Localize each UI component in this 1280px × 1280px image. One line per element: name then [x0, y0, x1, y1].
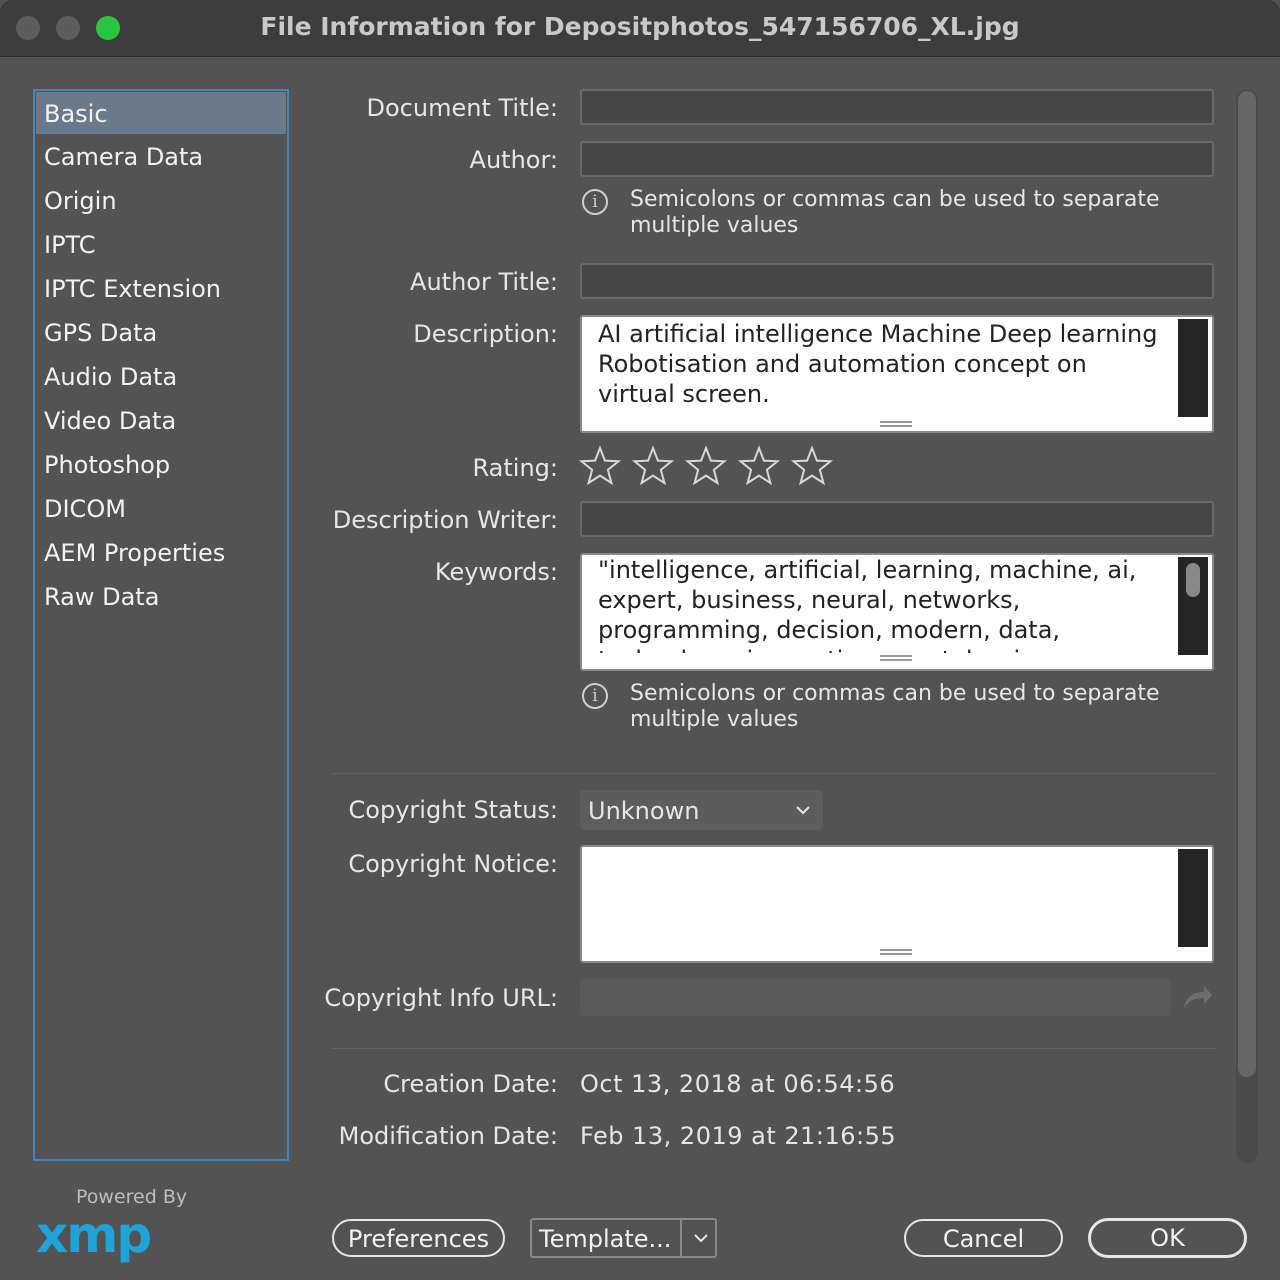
star-5-icon[interactable] [790, 444, 834, 488]
sidebar-item-iptc[interactable]: IPTC [35, 223, 287, 267]
title-bar: File Information for Depositphotos_54715… [0, 0, 1280, 57]
sidebar-item-raw-data[interactable]: Raw Data [35, 575, 287, 619]
window-title: File Information for Depositphotos_54715… [260, 12, 1020, 41]
preferences-button[interactable]: Preferences [332, 1219, 505, 1257]
sidebar-item-gps-data[interactable]: GPS Data [35, 311, 287, 355]
creation-date-label: Creation Date: [383, 1070, 558, 1098]
description-writer-field[interactable] [580, 501, 1214, 537]
section-divider [332, 773, 1216, 774]
form-scroll-thumb[interactable] [1238, 91, 1256, 1077]
star-2-icon[interactable] [631, 444, 675, 488]
resize-grip-icon[interactable] [880, 655, 912, 661]
info-icon: i [582, 683, 608, 709]
template-separator [680, 1220, 682, 1256]
star-1-icon[interactable] [578, 444, 622, 488]
template-button[interactable]: Template... [530, 1218, 717, 1258]
resize-grip-icon[interactable] [880, 949, 912, 955]
keywords-label: Keywords: [434, 558, 558, 586]
author-hint-text: Semicolons or commas can be used to sepa… [630, 187, 1160, 238]
open-url-icon[interactable] [1180, 982, 1214, 1012]
info-icon: i [582, 189, 608, 215]
keywords-text: "intelligence, artificial, learning, mac… [598, 556, 1137, 653]
author-title-label: Author Title: [410, 268, 558, 296]
copyright-notice-label: Copyright Notice: [348, 850, 558, 878]
category-sidebar: Basic Camera Data Origin IPTC IPTC Exten… [33, 89, 289, 1161]
description-textarea[interactable]: AI artificial intelligence Machine Deep … [580, 315, 1214, 433]
sidebar-item-camera-data[interactable]: Camera Data [35, 135, 287, 179]
resize-grip-icon[interactable] [880, 421, 912, 427]
sidebar-item-origin[interactable]: Origin [35, 179, 287, 223]
author-hint: i Semicolons or commas can be used to se… [580, 187, 1200, 243]
copyright-status-label: Copyright Status: [348, 796, 558, 824]
description-label: Description: [413, 320, 558, 348]
author-field[interactable] [580, 141, 1214, 177]
description-writer-label: Description Writer: [332, 506, 558, 534]
author-title-field[interactable] [580, 263, 1214, 299]
star-4-icon[interactable] [737, 444, 781, 488]
sidebar-item-iptc-extension[interactable]: IPTC Extension [35, 267, 287, 311]
keywords-scrollbar[interactable] [1178, 557, 1208, 655]
section-divider [332, 1048, 1216, 1049]
sidebar-item-video-data[interactable]: Video Data [35, 399, 287, 443]
copyright-url-label: Copyright Info URL: [324, 984, 558, 1012]
sidebar-item-basic[interactable]: Basic [36, 92, 286, 134]
rating-label: Rating: [472, 454, 558, 482]
copyright-url-field[interactable] [580, 978, 1171, 1016]
file-info-dialog: File Information for Depositphotos_54715… [0, 0, 1280, 1280]
keywords-hint: i Semicolons or commas can be used to se… [580, 681, 1200, 737]
cancel-button[interactable]: Cancel [904, 1219, 1063, 1257]
modification-date-value: Feb 13, 2019 at 21:16:55 [580, 1122, 897, 1150]
keywords-textarea[interactable]: "intelligence, artificial, learning, mac… [580, 553, 1214, 671]
chevron-down-icon[interactable] [692, 1229, 710, 1247]
creation-date-value: Oct 13, 2018 at 06:54:56 [580, 1070, 896, 1098]
star-3-icon[interactable] [684, 444, 728, 488]
copyright-notice-scrollbar[interactable] [1178, 849, 1208, 947]
author-label: Author: [469, 146, 558, 174]
copyright-notice-textarea[interactable] [580, 845, 1214, 963]
sidebar-item-dicom[interactable]: DICOM [35, 487, 287, 531]
sidebar-item-aem-properties[interactable]: AEM Properties [35, 531, 287, 575]
document-title-field[interactable] [580, 89, 1214, 125]
rating-stars [578, 444, 838, 488]
ok-button[interactable]: OK [1088, 1218, 1247, 1258]
modification-date-label: Modification Date: [338, 1122, 558, 1150]
sidebar-item-audio-data[interactable]: Audio Data [35, 355, 287, 399]
document-title-label: Document Title: [366, 94, 558, 122]
description-scrollbar[interactable] [1178, 319, 1208, 417]
keywords-hint-text: Semicolons or commas can be used to sepa… [630, 681, 1160, 732]
copyright-status-select[interactable]: Unknown [580, 790, 823, 830]
description-text: AI artificial intelligence Machine Deep … [598, 320, 1158, 408]
powered-by-label: Powered By [76, 1186, 188, 1208]
form-scrollbar[interactable] [1236, 89, 1258, 1163]
template-button-label: Template... [539, 1225, 672, 1253]
chevron-down-icon [796, 806, 810, 815]
keywords-scroll-thumb[interactable] [1186, 563, 1200, 597]
copyright-status-value: Unknown [588, 797, 700, 825]
sidebar-item-photoshop[interactable]: Photoshop [35, 443, 287, 487]
xmp-logo: xmp [36, 1206, 152, 1264]
